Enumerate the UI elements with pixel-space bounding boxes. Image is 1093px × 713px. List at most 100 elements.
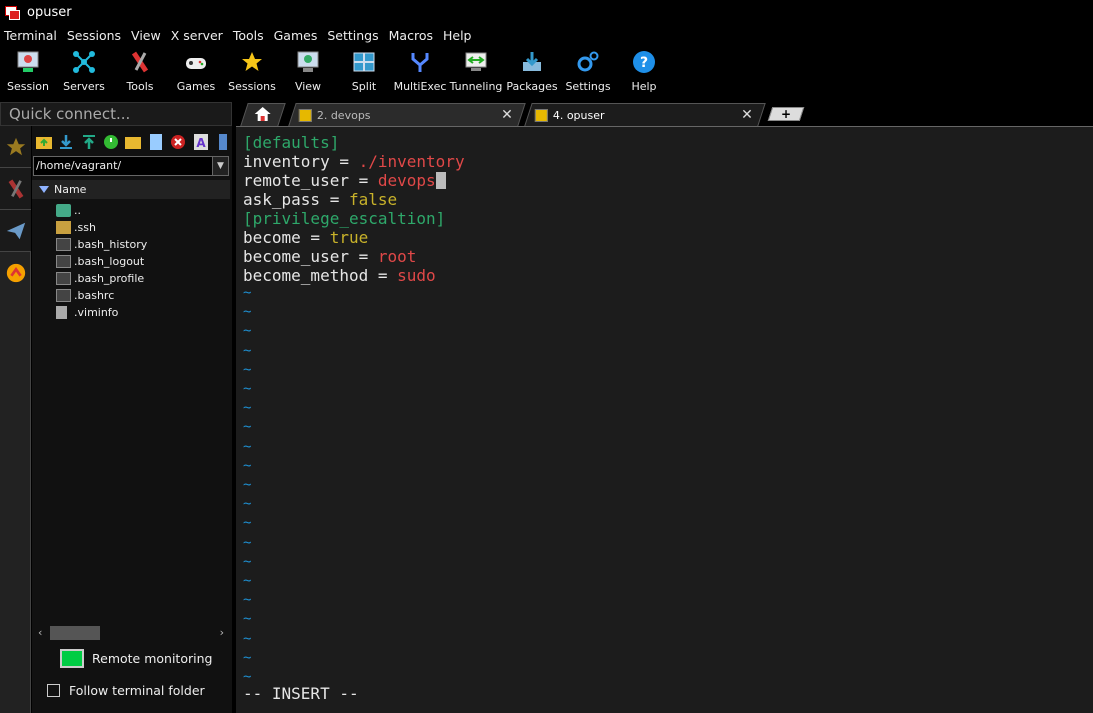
tab-bar: 2. devops ✕ 4. opuser ✕ + [236, 101, 1093, 126]
horizontal-scrollbar[interactable]: ‹ › [36, 626, 230, 640]
session-icon [15, 49, 41, 75]
delete-icon[interactable] [170, 133, 187, 151]
tab-devops-label: 2. devops [316, 108, 371, 122]
menu-settings[interactable]: Settings [323, 28, 384, 43]
svg-text:A: A [196, 136, 206, 150]
terminal-line: ask_pass = false [243, 190, 397, 209]
scrollbar-thumb[interactable] [50, 626, 100, 640]
empty-line-marker: ~ [243, 630, 252, 647]
tab-devops[interactable]: 2. devops ✕ [288, 103, 526, 126]
terminal-token: root [377, 247, 417, 266]
wrench-icon [298, 108, 312, 122]
rename-icon[interactable]: A [192, 133, 209, 151]
chevron-down-icon[interactable]: ▼ [212, 157, 228, 175]
file-item-bash-history[interactable]: .bash_history [56, 236, 230, 253]
games-button[interactable]: Games [168, 45, 224, 97]
menu-games[interactable]: Games [270, 28, 324, 43]
close-icon[interactable]: ✕ [501, 107, 513, 123]
empty-line-marker: ~ [243, 496, 252, 513]
refresh-icon[interactable] [102, 133, 119, 151]
menu-view[interactable]: View [127, 28, 167, 43]
empty-line-marker: ~ [243, 669, 252, 685]
new-tab-button[interactable]: + [767, 107, 805, 121]
file-icon [56, 238, 71, 251]
download-icon[interactable] [57, 133, 74, 151]
settings-button[interactable]: Settings [560, 45, 616, 97]
tunneling-button[interactable]: Tunneling [448, 45, 504, 97]
terminal-token: = [348, 171, 378, 190]
send-side-button[interactable] [0, 210, 31, 252]
tools-side-button[interactable] [0, 168, 31, 210]
settings-icon [575, 49, 601, 75]
split-button[interactable]: Split [336, 45, 392, 97]
terminal-line: become_method = sudo [243, 266, 436, 285]
parent-folder-icon[interactable] [35, 133, 52, 151]
file-name: .bashrc [74, 289, 115, 302]
empty-line-marker: ~ [243, 573, 252, 589]
star-icon [239, 49, 265, 75]
tab-home[interactable] [240, 103, 286, 126]
servers-button[interactable]: Servers [56, 45, 112, 97]
vim-mode-status: -- INSERT -- [243, 684, 359, 703]
terminal-token: devops [377, 171, 436, 190]
file-item-ssh[interactable]: .ssh [56, 219, 230, 236]
terminal-token: [defaults] [243, 133, 340, 152]
file-item-bash-logout[interactable]: .bash_logout [56, 253, 230, 270]
properties-icon[interactable] [215, 133, 232, 151]
chevron-right-icon[interactable]: › [220, 626, 224, 639]
terminal-line: inventory = ./inventory [243, 152, 465, 171]
packages-button[interactable]: Packages [504, 45, 560, 97]
tools-button[interactable]: Tools [112, 45, 168, 97]
terminal-view[interactable]: [defaults] inventory = ./inventory remote_… [236, 126, 1093, 713]
terminal-line: become_user = root [243, 247, 416, 266]
menu-x-server[interactable]: X server [167, 28, 229, 43]
packages-icon [519, 49, 545, 75]
sftp-side-button[interactable] [0, 252, 31, 294]
view-button[interactable]: View [280, 45, 336, 97]
menu-tools[interactable]: Tools [229, 28, 270, 43]
tab-opuser[interactable]: 4. opuser ✕ [524, 103, 766, 126]
empty-line-marker: ~ [243, 477, 252, 493]
empty-line-marker: ~ [243, 400, 252, 417]
terminal-line: remote_user = devops [243, 171, 446, 190]
name-column-header[interactable]: Name [32, 180, 230, 199]
file-item-bash-profile[interactable]: .bash_profile [56, 270, 230, 287]
file-name: .bash_history [74, 238, 148, 251]
folder-icon [56, 221, 71, 234]
file-icon [56, 306, 67, 319]
file-item-viminfo[interactable]: .viminfo [56, 304, 230, 321]
checkbox-icon[interactable] [47, 683, 60, 697]
file-item-parent[interactable]: .. [56, 202, 230, 219]
empty-line-marker: ~ [243, 304, 252, 321]
empty-line-marker: ~ [243, 515, 252, 532]
session-button[interactable]: Session [0, 45, 56, 97]
multiexec-button[interactable]: MultiExec [392, 45, 448, 97]
empty-line-marker: ~ [243, 611, 252, 628]
menu-macros[interactable]: Macros [385, 28, 439, 43]
follow-terminal-folder-checkbox[interactable]: Follow terminal folder [47, 681, 205, 699]
star-icon [6, 137, 25, 155]
quick-connect-input[interactable]: Quick connect... [0, 102, 232, 126]
sftp-path-field[interactable]: /home/vagrant/ ▼ [33, 156, 229, 176]
file-list: .. .ssh .bash_history .bash_logout .bash… [56, 202, 230, 321]
new-file-icon[interactable] [147, 133, 164, 151]
sessions-side-button[interactable] [0, 126, 31, 168]
chevron-left-icon[interactable]: ‹ [38, 626, 42, 639]
parent-dir-icon [56, 204, 71, 217]
menu-help[interactable]: Help [439, 28, 478, 43]
view-icon [295, 49, 321, 75]
empty-line-marker: ~ [243, 381, 252, 397]
sftp-panel: A /home/vagrant/ ▼ Name .. .ssh .bash_hi… [32, 126, 232, 713]
upload-icon[interactable] [80, 133, 97, 151]
remote-monitoring-button[interactable]: Remote monitoring [60, 646, 212, 670]
terminal-token: = [320, 190, 349, 209]
menu-terminal[interactable]: Terminal [0, 28, 63, 43]
sftp-path-text: /home/vagrant/ [36, 159, 122, 172]
sessions-button[interactable]: Sessions [224, 45, 280, 97]
new-folder-icon[interactable] [125, 133, 142, 151]
close-icon[interactable]: ✕ [741, 107, 753, 123]
sftp-icon [6, 263, 25, 283]
help-button[interactable]: ? Help [616, 45, 672, 97]
menu-sessions[interactable]: Sessions [63, 28, 127, 43]
file-item-bashrc[interactable]: .bashrc [56, 287, 230, 304]
